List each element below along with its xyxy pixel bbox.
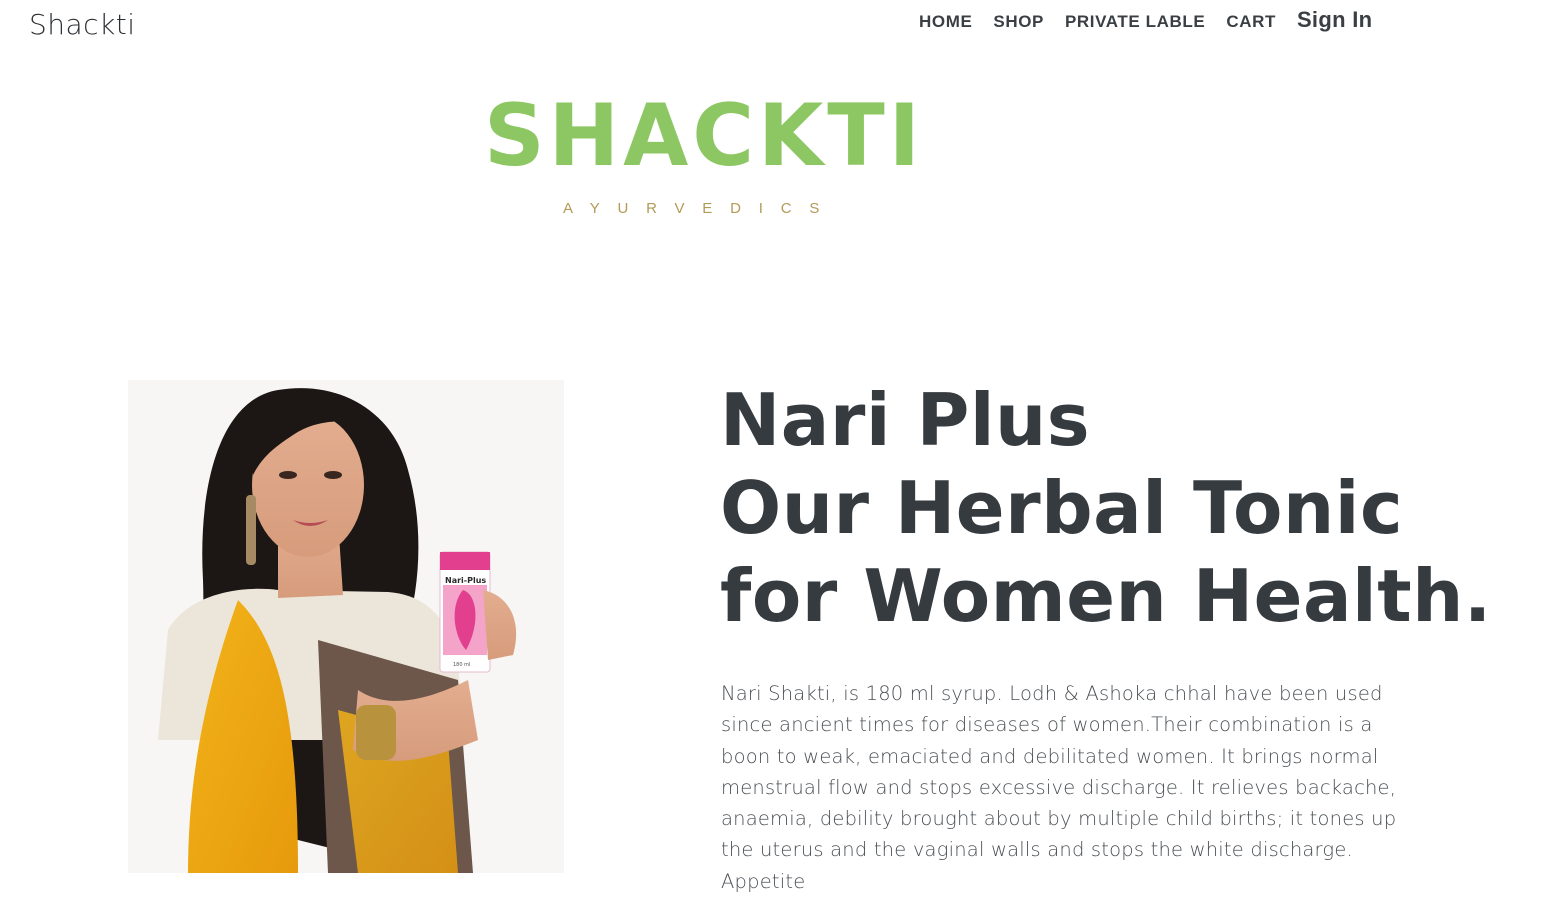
product-box-label: Nari-Plus xyxy=(445,576,486,585)
top-navbar: Shackti HOME SHOP PRIVATE LABLE CART Sig… xyxy=(0,0,1551,48)
nav-home[interactable]: HOME xyxy=(919,8,972,36)
woman-with-product-illustration: Nari-Plus 180 ml xyxy=(128,380,564,873)
headline-line-1: Nari Plus xyxy=(720,378,1091,462)
product-description: Nari Shakti, is 180 ml syrup. Lodh & Ash… xyxy=(721,682,1397,893)
brand-logo: SHACKTI AYURVEDICS xyxy=(480,88,920,228)
nav-shop[interactable]: SHOP xyxy=(993,8,1044,36)
logo-wordmark: SHACKTI xyxy=(484,86,924,186)
nav-private-label[interactable]: PRIVATE LABLE xyxy=(1065,8,1205,36)
hero-headline: Nari Plus Our Herbal Tonic for Women Hea… xyxy=(720,376,1492,640)
nav-cart[interactable]: CART xyxy=(1226,8,1276,36)
logo-subtitle: AYURVEDICS xyxy=(563,200,838,217)
headline-line-3: for Women Health. xyxy=(720,554,1492,638)
site-title-link[interactable]: Shackti xyxy=(29,8,136,41)
product-box-size: 180 ml xyxy=(453,662,470,668)
nav-sign-in[interactable]: Sign In xyxy=(1297,6,1372,34)
hero-image: Nari-Plus 180 ml xyxy=(128,380,564,873)
headline-line-2: Our Herbal Tonic xyxy=(720,466,1404,550)
product-box xyxy=(439,551,491,673)
main-nav: HOME SHOP PRIVATE LABLE CART Sign In xyxy=(919,6,1372,36)
